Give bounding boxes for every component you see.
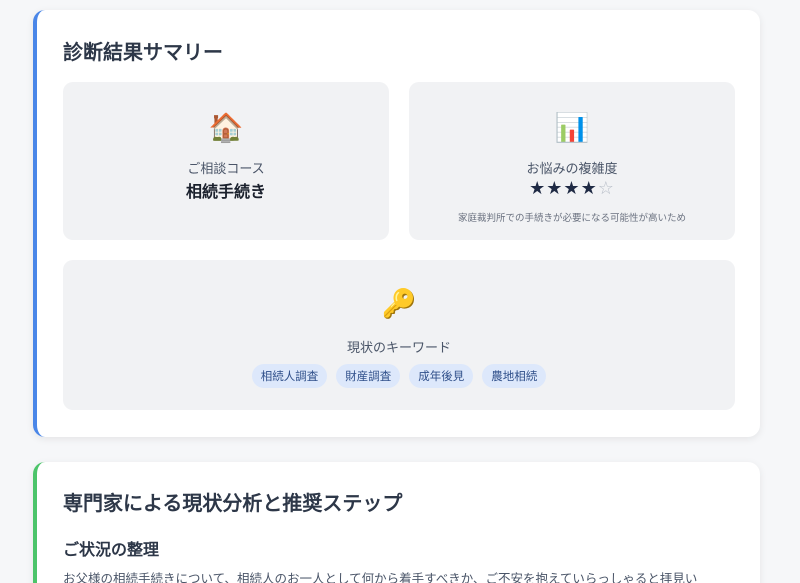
summary-title: 診断結果サマリー [63,40,223,64]
course-label: ご相談コース [187,162,265,177]
keyword-tags: 相続人調査 財産調査 成年後見 農地相続 [63,364,735,388]
keywords-label: 現状のキーワード [346,341,451,356]
stars-empty: ☆ [597,178,615,199]
house-icon: 🏠 [208,111,244,144]
page: 診断結果サマリー 🏠 ご相談コース 相続手続き 📊 お悩みの複雑度 ★★★★☆ … [0,0,800,583]
situation-text: お父様の相続手続きについて、相続人のお一人として何から着手すべきか、ご不安を抱え… [63,571,698,583]
complexity-label: お悩みの複雑度 [526,162,618,177]
bar-chart-icon: 📊 [554,111,590,144]
analysis-card: 専門家による現状分析と推奨ステップ ご状況の整理 お父様の相続手続きについて、相… [33,462,760,583]
keyword-tag: 農地相続 [482,364,547,388]
keywords-box: 🔑 現状のキーワード 相続人調査 財産調査 成年後見 農地相続 [63,260,735,410]
analysis-title: 専門家による現状分析と推奨ステップ [63,491,403,515]
complexity-note: 家庭裁判所での手続きが必要になる可能性が高いため [457,213,686,224]
course-box: 🏠 ご相談コース 相続手続き [63,82,389,240]
key-icon: 🔑 [381,287,417,320]
course-value: 相続手続き [185,182,266,201]
stars-filled: ★★★★ [529,178,598,199]
keyword-tag: 成年後見 [409,364,474,388]
situation-heading: ご状況の整理 [63,540,160,559]
summary-card: 診断結果サマリー 🏠 ご相談コース 相続手続き 📊 お悩みの複雑度 ★★★★☆ … [33,10,760,437]
keyword-tag: 財産調査 [336,364,401,388]
keyword-tag: 相続人調査 [251,364,328,388]
complexity-box: 📊 お悩みの複雑度 ★★★★☆ 家庭裁判所での手続きが必要になる可能性が高いため [409,82,735,240]
complexity-rating: ★★★★☆ [409,178,735,199]
